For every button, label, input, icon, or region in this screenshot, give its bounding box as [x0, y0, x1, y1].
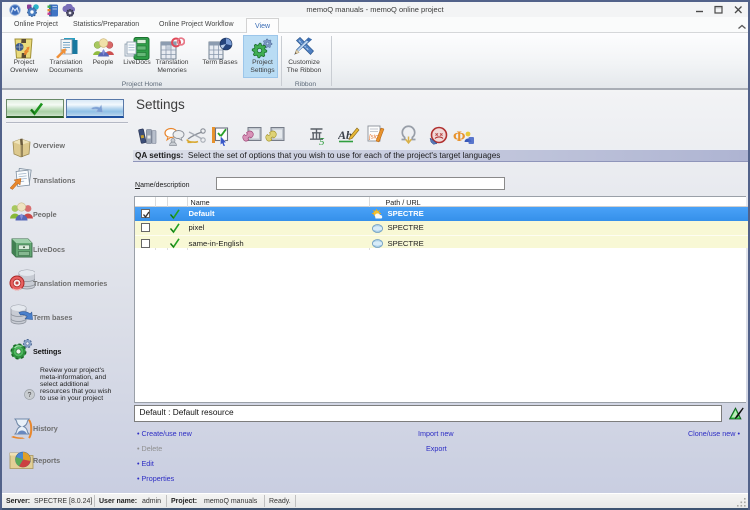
svg-text:?: ?	[28, 392, 32, 399]
svg-text:Φ: Φ	[453, 129, 465, 145]
svg-text:Ab: Ab	[338, 128, 352, 142]
svg-text:5: 5	[319, 136, 325, 146]
